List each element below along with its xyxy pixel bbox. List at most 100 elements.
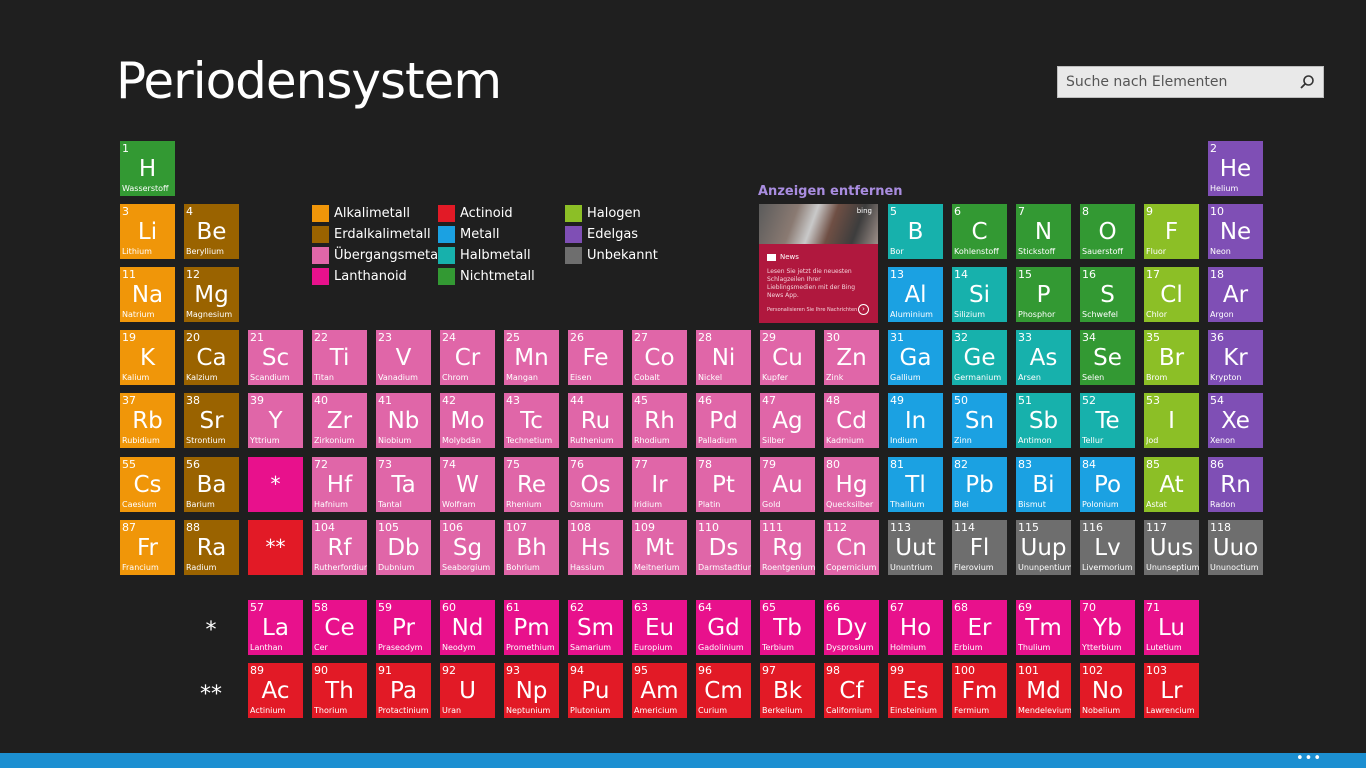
element-tile-cr[interactable]: 24 Cr Chrom bbox=[440, 330, 495, 385]
element-tile-bk[interactable]: 97 Bk Berkelium bbox=[760, 663, 815, 718]
element-tile-sb[interactable]: 51 Sb Antimon bbox=[1016, 393, 1071, 448]
element-tile-ds[interactable]: 110 Ds Darmstadtium bbox=[696, 520, 751, 575]
element-tile-o[interactable]: 8 O Sauerstoff bbox=[1080, 204, 1135, 259]
element-tile-k[interactable]: 19 K Kalium bbox=[120, 330, 175, 385]
element-tile-hs[interactable]: 108 Hs Hassium bbox=[568, 520, 623, 575]
element-tile-os[interactable]: 76 Os Osmium bbox=[568, 457, 623, 512]
element-tile-p[interactable]: 15 P Phosphor bbox=[1016, 267, 1071, 322]
lanthanoid-group-tile[interactable]: * bbox=[248, 457, 303, 512]
element-tile-lr[interactable]: 103 Lr Lawrencium bbox=[1144, 663, 1199, 718]
element-tile-ce[interactable]: 58 Ce Cer bbox=[312, 600, 367, 655]
element-tile-db[interactable]: 105 Db Dubnium bbox=[376, 520, 431, 575]
search-input[interactable] bbox=[1058, 67, 1288, 97]
element-tile-cs[interactable]: 55 Cs Caesium bbox=[120, 457, 175, 512]
element-tile-b[interactable]: 5 B Bor bbox=[888, 204, 943, 259]
element-tile-al[interactable]: 13 Al Aluminium bbox=[888, 267, 943, 322]
element-tile-yb[interactable]: 70 Yb Ytterbium bbox=[1080, 600, 1135, 655]
element-tile-dy[interactable]: 66 Dy Dysprosium bbox=[824, 600, 879, 655]
more-options-icon[interactable]: ••• bbox=[1296, 752, 1322, 765]
element-tile-v[interactable]: 23 V Vanadium bbox=[376, 330, 431, 385]
element-tile-br[interactable]: 35 Br Brom bbox=[1144, 330, 1199, 385]
element-tile-ta[interactable]: 73 Ta Tantal bbox=[376, 457, 431, 512]
element-tile-zr[interactable]: 40 Zr Zirkonium bbox=[312, 393, 367, 448]
element-tile-pr[interactable]: 59 Pr Praseodym bbox=[376, 600, 431, 655]
element-tile-cl[interactable]: 17 Cl Chlor bbox=[1144, 267, 1199, 322]
element-tile-uut[interactable]: 113 Uut Ununtrium bbox=[888, 520, 943, 575]
element-tile-mt[interactable]: 109 Mt Meitnerium bbox=[632, 520, 687, 575]
element-tile-nd[interactable]: 60 Nd Neodym bbox=[440, 600, 495, 655]
element-tile-xe[interactable]: 54 Xe Xenon bbox=[1208, 393, 1263, 448]
element-tile-bi[interactable]: 83 Bi Bismut bbox=[1016, 457, 1071, 512]
element-tile-te[interactable]: 52 Te Tellur bbox=[1080, 393, 1135, 448]
element-tile-mg[interactable]: 12 Mg Magnesium bbox=[184, 267, 239, 322]
element-tile-as[interactable]: 33 As Arsen bbox=[1016, 330, 1071, 385]
element-tile-lv[interactable]: 116 Lv Livermorium bbox=[1080, 520, 1135, 575]
element-tile-ar[interactable]: 18 Ar Argon bbox=[1208, 267, 1263, 322]
element-tile-i[interactable]: 53 I Jod bbox=[1144, 393, 1199, 448]
element-tile-bh[interactable]: 107 Bh Bohrium bbox=[504, 520, 559, 575]
element-tile-er[interactable]: 68 Er Erbium bbox=[952, 600, 1007, 655]
element-tile-nb[interactable]: 41 Nb Niobium bbox=[376, 393, 431, 448]
element-tile-f[interactable]: 9 F Fluor bbox=[1144, 204, 1199, 259]
element-tile-fm[interactable]: 100 Fm Fermium bbox=[952, 663, 1007, 718]
element-tile-ru[interactable]: 44 Ru Ruthenium bbox=[568, 393, 623, 448]
advertisement[interactable]: bing News Lesen Sie jetzt die neuesten S… bbox=[759, 204, 878, 323]
element-tile-li[interactable]: 3 Li Lithium bbox=[120, 204, 175, 259]
element-tile-c[interactable]: 6 C Kohlenstoff bbox=[952, 204, 1007, 259]
element-tile-la[interactable]: 57 La Lanthan bbox=[248, 600, 303, 655]
element-tile-pm[interactable]: 61 Pm Promethium bbox=[504, 600, 559, 655]
element-tile-pb[interactable]: 82 Pb Blei bbox=[952, 457, 1007, 512]
element-tile-cn[interactable]: 112 Cn Copernicium bbox=[824, 520, 879, 575]
element-tile-sm[interactable]: 62 Sm Samarium bbox=[568, 600, 623, 655]
element-tile-pt[interactable]: 78 Pt Platin bbox=[696, 457, 751, 512]
element-tile-ga[interactable]: 31 Ga Gallium bbox=[888, 330, 943, 385]
element-tile-sr[interactable]: 38 Sr Strontium bbox=[184, 393, 239, 448]
element-tile-s[interactable]: 16 S Schwefel bbox=[1080, 267, 1135, 322]
element-tile-tl[interactable]: 81 Tl Thallium bbox=[888, 457, 943, 512]
element-tile-ca[interactable]: 20 Ca Kalzium bbox=[184, 330, 239, 385]
element-tile-ra[interactable]: 88 Ra Radium bbox=[184, 520, 239, 575]
search-button[interactable] bbox=[1291, 67, 1323, 97]
element-tile-lu[interactable]: 71 Lu Lutetium bbox=[1144, 600, 1199, 655]
element-tile-ac[interactable]: 89 Ac Actinium bbox=[248, 663, 303, 718]
element-tile-tc[interactable]: 43 Tc Technetium bbox=[504, 393, 559, 448]
element-tile-au[interactable]: 79 Au Gold bbox=[760, 457, 815, 512]
element-tile-at[interactable]: 85 At Astat bbox=[1144, 457, 1199, 512]
element-tile-tm[interactable]: 69 Tm Thulium bbox=[1016, 600, 1071, 655]
element-tile-rn[interactable]: 86 Rn Radon bbox=[1208, 457, 1263, 512]
actinoid-group-tile[interactable]: ** bbox=[248, 520, 303, 575]
element-tile-u[interactable]: 92 U Uran bbox=[440, 663, 495, 718]
element-tile-re[interactable]: 75 Re Rhenium bbox=[504, 457, 559, 512]
element-tile-np[interactable]: 93 Np Neptunium bbox=[504, 663, 559, 718]
element-tile-pu[interactable]: 94 Pu Plutonium bbox=[568, 663, 623, 718]
element-tile-md[interactable]: 101 Md Mendelevium bbox=[1016, 663, 1071, 718]
element-tile-fl[interactable]: 114 Fl Flerovium bbox=[952, 520, 1007, 575]
element-tile-es[interactable]: 99 Es Einsteinium bbox=[888, 663, 943, 718]
element-tile-ne[interactable]: 10 Ne Neon bbox=[1208, 204, 1263, 259]
element-tile-co[interactable]: 27 Co Cobalt bbox=[632, 330, 687, 385]
element-tile-kr[interactable]: 36 Kr Krypton bbox=[1208, 330, 1263, 385]
element-tile-gd[interactable]: 64 Gd Gadolinium bbox=[696, 600, 751, 655]
element-tile-w[interactable]: 74 W Wolfram bbox=[440, 457, 495, 512]
element-tile-se[interactable]: 34 Se Selen bbox=[1080, 330, 1135, 385]
element-tile-cm[interactable]: 96 Cm Curium bbox=[696, 663, 751, 718]
element-tile-n[interactable]: 7 N Stickstoff bbox=[1016, 204, 1071, 259]
element-tile-uuo[interactable]: 118 Uuo Ununoctium bbox=[1208, 520, 1263, 575]
element-tile-fr[interactable]: 87 Fr Francium bbox=[120, 520, 175, 575]
remove-ads-link[interactable]: Anzeigen entfernen bbox=[758, 184, 903, 199]
element-tile-ge[interactable]: 32 Ge Germanium bbox=[952, 330, 1007, 385]
element-tile-y[interactable]: 39 Y Yttrium bbox=[248, 393, 303, 448]
element-tile-uus[interactable]: 117 Uus Ununseptium bbox=[1144, 520, 1199, 575]
element-tile-fe[interactable]: 26 Fe Eisen bbox=[568, 330, 623, 385]
element-tile-ir[interactable]: 77 Ir Iridium bbox=[632, 457, 687, 512]
element-tile-rb[interactable]: 37 Rb Rubidium bbox=[120, 393, 175, 448]
element-tile-sc[interactable]: 21 Sc Scandium bbox=[248, 330, 303, 385]
element-tile-am[interactable]: 95 Am Americium bbox=[632, 663, 687, 718]
element-tile-zn[interactable]: 30 Zn Zink bbox=[824, 330, 879, 385]
element-tile-ba[interactable]: 56 Ba Barium bbox=[184, 457, 239, 512]
element-tile-sg[interactable]: 106 Sg Seaborgium bbox=[440, 520, 495, 575]
element-tile-he[interactable]: 2 He Helium bbox=[1208, 141, 1263, 196]
element-tile-no[interactable]: 102 No Nobelium bbox=[1080, 663, 1135, 718]
element-tile-rg[interactable]: 111 Rg Roentgenium bbox=[760, 520, 815, 575]
element-tile-rh[interactable]: 45 Rh Rhodium bbox=[632, 393, 687, 448]
